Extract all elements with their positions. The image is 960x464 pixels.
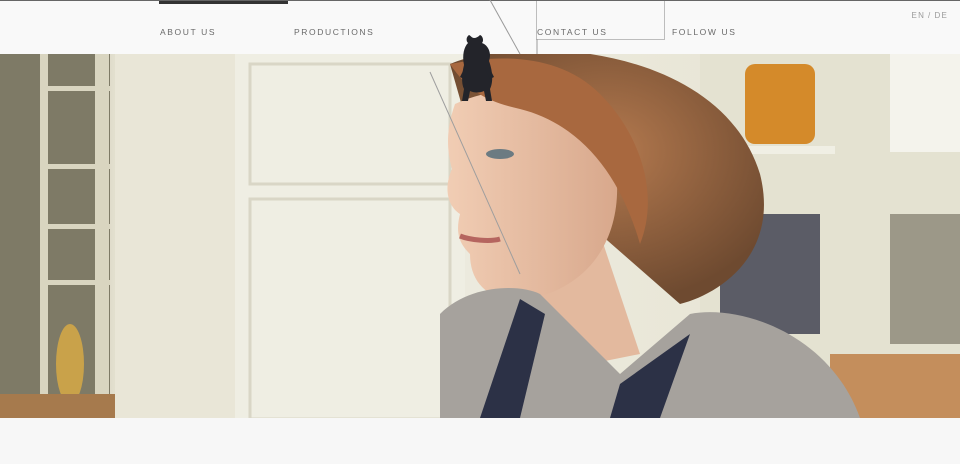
lang-de[interactable]: DE: [934, 11, 948, 20]
lang-en[interactable]: EN: [912, 11, 926, 20]
lang-separator: /: [928, 11, 932, 20]
nav-about-us[interactable]: ABOUT US: [160, 27, 216, 37]
portrait-photo: [0, 54, 960, 418]
language-switcher: EN / DE: [912, 11, 948, 20]
bear-icon[interactable]: [456, 33, 498, 103]
nav-follow-us[interactable]: FOLLOW US: [672, 27, 736, 37]
nav-contact-us[interactable]: CONTACT US: [537, 27, 607, 37]
active-nav-indicator: [159, 1, 288, 4]
nav-productions[interactable]: PRODUCTIONS: [294, 27, 374, 37]
hero-image: [0, 54, 960, 418]
footer-area: [0, 418, 960, 464]
